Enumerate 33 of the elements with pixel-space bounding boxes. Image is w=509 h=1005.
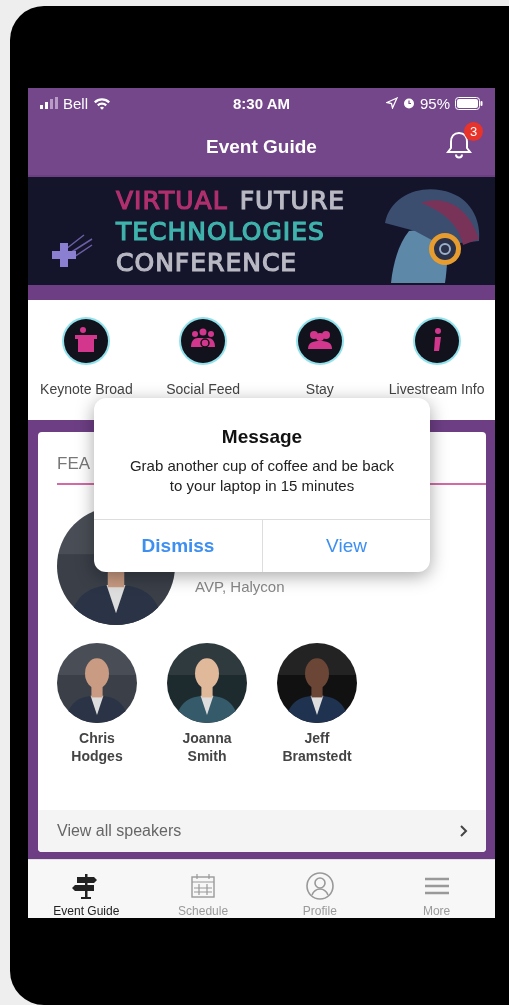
alert-title: Message [220,425,304,448]
speaker-name[interactable]: Joanna Smith [167,729,247,765]
banner-heading: VIRTUAL [116,185,228,215]
quick-link-label[interactable]: Stay [269,382,370,397]
battery-percent: 95% [419,94,450,112]
battery-icon [455,96,483,110]
carrier-name: Bell [63,94,88,112]
alarm-icon [402,97,415,109]
quick-link-label[interactable]: Keynote Broad [36,382,137,397]
people-icon[interactable] [294,316,345,366]
section-heading: FEA [57,454,91,473]
quick-link-label[interactable]: Social Feed [153,382,254,397]
wifi-icon [93,96,111,110]
screen-title: Event Guide [206,135,317,158]
tab-bar-item[interactable]: Event Guide [28,860,145,918]
speaker-name[interactable]: Chris Hodges [57,729,137,765]
speaker-title: AVP, Halycon [195,578,285,595]
chevron-right-icon [459,825,468,837]
quick-link-label[interactable]: Livestream Info [386,382,487,397]
podium-icon[interactable] [61,316,112,366]
speaker-name[interactable]: Jeff Bramstedt [277,729,357,765]
clock-time: 8:30 AM [233,94,290,112]
banner-heading: TECHNOLOGIES [116,216,325,246]
signal-icon [40,97,58,109]
notification-badge: 3 [464,122,483,141]
banner-heading: FUTURE [239,185,346,215]
location-icon [385,97,398,109]
info-icon[interactable] [411,316,462,366]
view-all-speakers-link[interactable]: View all speakers [38,810,486,852]
group-icon[interactable] [178,316,229,366]
banner-heading: CONFERENCE [116,247,298,277]
profile-icon [304,871,335,901]
alert-message: Grab another cup of coffee and be back to your laptop in 15 minutes [128,456,396,496]
